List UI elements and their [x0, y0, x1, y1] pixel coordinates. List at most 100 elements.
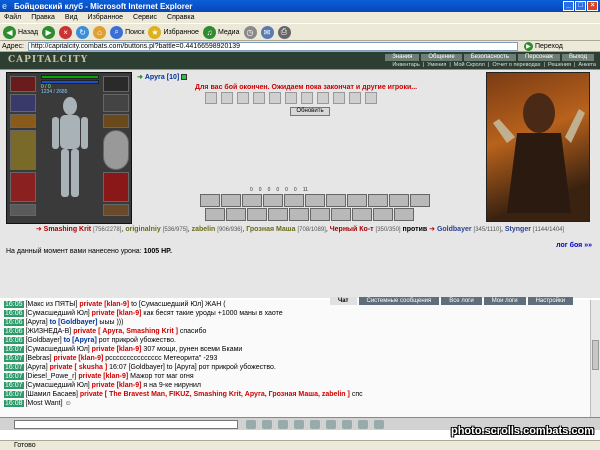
skill-button[interactable] [410, 194, 430, 207]
skill-button[interactable] [263, 194, 283, 207]
info-icon[interactable] [181, 74, 188, 80]
subnav-transfers[interactable]: Отчет о переводах [492, 62, 540, 68]
message-author[interactable]: [Макс из ПЯТЫ] [25, 301, 77, 308]
tab-settings[interactable]: Настройки [527, 297, 574, 305]
menu-view[interactable]: Вид [65, 14, 78, 21]
nav-exit[interactable]: Выход [562, 54, 594, 61]
subnav-inventory[interactable]: Инвентарь [392, 62, 419, 68]
message-author[interactable]: [ЖИЗНЕДА-В] [25, 328, 71, 335]
fighter[interactable]: Smashing Krit [44, 226, 91, 233]
menu-tools[interactable]: Сервис [133, 14, 157, 21]
clear-icon[interactable] [262, 420, 272, 429]
gloves-slot[interactable] [103, 94, 129, 112]
subnav-profile[interactable]: Анкета [578, 62, 596, 68]
address-input[interactable]: http://capitalcity.combats.com/buttons.p… [27, 41, 518, 51]
minimize-button[interactable]: _ [563, 1, 574, 11]
message-author[interactable]: [Сумасшедший Юл] [25, 310, 89, 317]
menu-edit[interactable]: Правка [31, 14, 55, 21]
tab-system-messages[interactable]: Системные сообщения [358, 297, 440, 305]
chat-input[interactable] [14, 420, 238, 429]
nav-knowledge[interactable]: Знания [385, 54, 420, 61]
maximize-button[interactable]: □ [575, 1, 586, 11]
mail-icon[interactable]: ✉ [260, 25, 274, 39]
message-time[interactable]: 16:07 [4, 355, 24, 362]
skill-button[interactable] [347, 194, 367, 207]
message-author[interactable]: [Аруга] [25, 364, 47, 371]
message-time[interactable]: 16:06 [4, 319, 24, 326]
subnav-decisions[interactable]: Решения [548, 62, 571, 68]
leggings-slot[interactable] [103, 172, 129, 202]
message-author[interactable]: [Шамил Басаев] [25, 391, 77, 398]
message-time[interactable]: 16:06 [4, 337, 24, 344]
armor-slot[interactable] [10, 172, 36, 202]
skill-button[interactable] [389, 194, 409, 207]
skill-button[interactable] [373, 208, 393, 221]
skill-button[interactable] [305, 194, 325, 207]
skill-button[interactable] [310, 208, 330, 221]
fighter[interactable]: originalniy [125, 226, 160, 233]
skill-button[interactable] [242, 194, 262, 207]
fighter[interactable]: zabelin [192, 226, 216, 233]
message-author[interactable]: [Bebras] [25, 355, 51, 362]
smiley-icon[interactable] [246, 420, 256, 429]
media-button[interactable]: ♫ Медиа [202, 25, 240, 39]
message-time[interactable]: 16:07 [4, 391, 24, 398]
message-time[interactable]: 16:07 [4, 364, 24, 371]
message-time[interactable]: 16:06 [4, 310, 24, 317]
menu-favorites[interactable]: Избранное [88, 14, 123, 21]
print-icon[interactable]: ⎙ [277, 25, 291, 39]
boots-slot[interactable] [103, 204, 129, 216]
mail-icon[interactable] [342, 420, 352, 429]
message-author[interactable]: [Аруга] [25, 319, 47, 326]
refresh-icon[interactable]: ↻ [76, 25, 90, 39]
battle-log-link[interactable]: лог боя »» [556, 242, 592, 249]
history-icon[interactable]: ◷ [243, 25, 257, 39]
menu-file[interactable]: Файл [4, 14, 21, 21]
message-time[interactable]: 16:07 [4, 373, 24, 380]
message-author[interactable]: [Goldbayer] [25, 337, 61, 344]
skill-button[interactable] [268, 208, 288, 221]
tab-chat[interactable]: Чат [330, 297, 357, 305]
helmet-slot[interactable] [10, 76, 36, 92]
amulet-slot[interactable] [10, 114, 36, 128]
fighter[interactable]: Грозная Маша [246, 226, 295, 233]
search-button[interactable]: ⌕ Поиск [110, 25, 144, 39]
skill-button[interactable] [394, 208, 414, 221]
belt-slot[interactable] [10, 204, 36, 216]
refresh-button[interactable]: Обновить [290, 107, 330, 116]
settings-icon[interactable] [310, 420, 320, 429]
message-time[interactable]: 16:07 [4, 346, 24, 353]
nav-security[interactable]: Безопасность [463, 54, 516, 61]
menu-help[interactable]: Справка [167, 14, 194, 21]
filter-icon[interactable] [278, 420, 288, 429]
close-button[interactable]: × [587, 1, 598, 11]
sound-icon[interactable] [294, 420, 304, 429]
fighter[interactable]: Goldbayer [437, 226, 472, 233]
message-time[interactable]: 16:05 [4, 301, 24, 308]
message-time[interactable]: 16:08 [4, 400, 24, 407]
skill-button[interactable] [289, 208, 309, 221]
forward-arrow-icon[interactable]: ▶ [42, 25, 56, 39]
back-button[interactable]: ◀ Назад [3, 25, 38, 39]
favorites-button[interactable]: ★ Избранное [148, 25, 199, 39]
subnav-scroll[interactable]: Мой Скролл [454, 62, 485, 68]
home-icon[interactable]: ⌂ [93, 25, 107, 39]
chat-scrollbar[interactable] [590, 300, 600, 417]
bracers-slot[interactable] [103, 76, 129, 92]
stop-icon[interactable]: × [59, 25, 73, 39]
message-author[interactable]: [Сумасшедший Юл] [25, 346, 89, 353]
message-time[interactable]: 16:07 [4, 382, 24, 389]
skill-button[interactable] [331, 208, 351, 221]
go-button[interactable]: ▶ Переход [523, 41, 563, 51]
subnav-skills[interactable]: Умения [427, 62, 446, 68]
skill-button[interactable] [200, 194, 220, 207]
weapon-slot[interactable] [10, 130, 36, 170]
fighter[interactable]: Черный Ко-т [330, 226, 374, 233]
map-icon[interactable] [326, 420, 336, 429]
message-author[interactable]: [Diesel_Powe_r] [25, 373, 76, 380]
skill-button[interactable] [284, 194, 304, 207]
message-author[interactable]: [Most Want] [25, 400, 62, 407]
scroll-thumb[interactable] [592, 340, 599, 370]
skill-button[interactable] [221, 194, 241, 207]
fighter[interactable]: Stynger [505, 226, 531, 233]
